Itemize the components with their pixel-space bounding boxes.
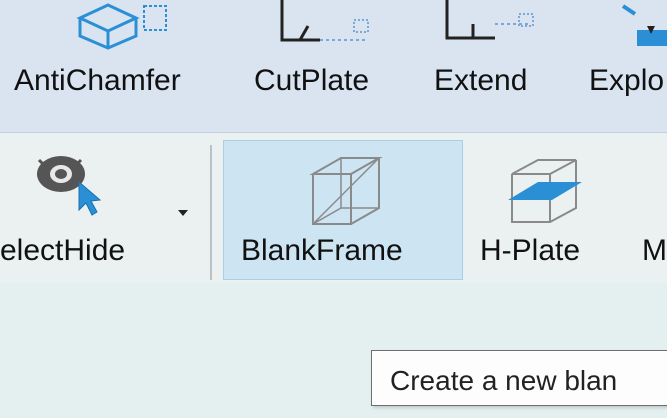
h-plate-button[interactable]: H-Plate bbox=[470, 140, 620, 280]
h-plate-label: H-Plate bbox=[480, 234, 581, 267]
chevron-down-icon[interactable] bbox=[178, 210, 188, 216]
eye-cursor-icon bbox=[37, 156, 102, 216]
toolbar-separator bbox=[210, 145, 212, 280]
blank-frame-button[interactable]: BlankFrame bbox=[223, 140, 463, 280]
anti-chamfer-label: AntiChamfer bbox=[14, 64, 181, 97]
explode-label: Explo bbox=[589, 64, 665, 97]
blank-frame-label: BlankFrame bbox=[241, 234, 403, 267]
tooltip-text: Create a new blan bbox=[390, 365, 618, 396]
extend-button[interactable]: Extend bbox=[420, 0, 560, 130]
extend-label: Extend bbox=[434, 64, 528, 97]
wireframe-cube-icon bbox=[309, 157, 383, 225]
explode-icon bbox=[621, 4, 667, 46]
cut-plate-button[interactable]: CutPlate bbox=[240, 0, 410, 130]
anti-chamfer-button[interactable]: AntiChamfer bbox=[0, 0, 225, 130]
extend-icon bbox=[445, 0, 534, 40]
select-hide-label: electHide bbox=[0, 234, 126, 267]
tooltip: Create a new blan bbox=[371, 350, 667, 406]
next-tool-label: M bbox=[642, 234, 667, 267]
cut-plate-icon bbox=[280, 0, 369, 42]
select-hide-button[interactable]: electHide bbox=[0, 140, 205, 280]
explode-button[interactable]: Explo bbox=[575, 0, 667, 130]
chamfer-box-icon bbox=[76, 3, 167, 50]
horizontal-plate-icon bbox=[508, 159, 582, 223]
next-tool-button[interactable]: M bbox=[630, 140, 667, 280]
cut-plate-label: CutPlate bbox=[254, 64, 370, 97]
